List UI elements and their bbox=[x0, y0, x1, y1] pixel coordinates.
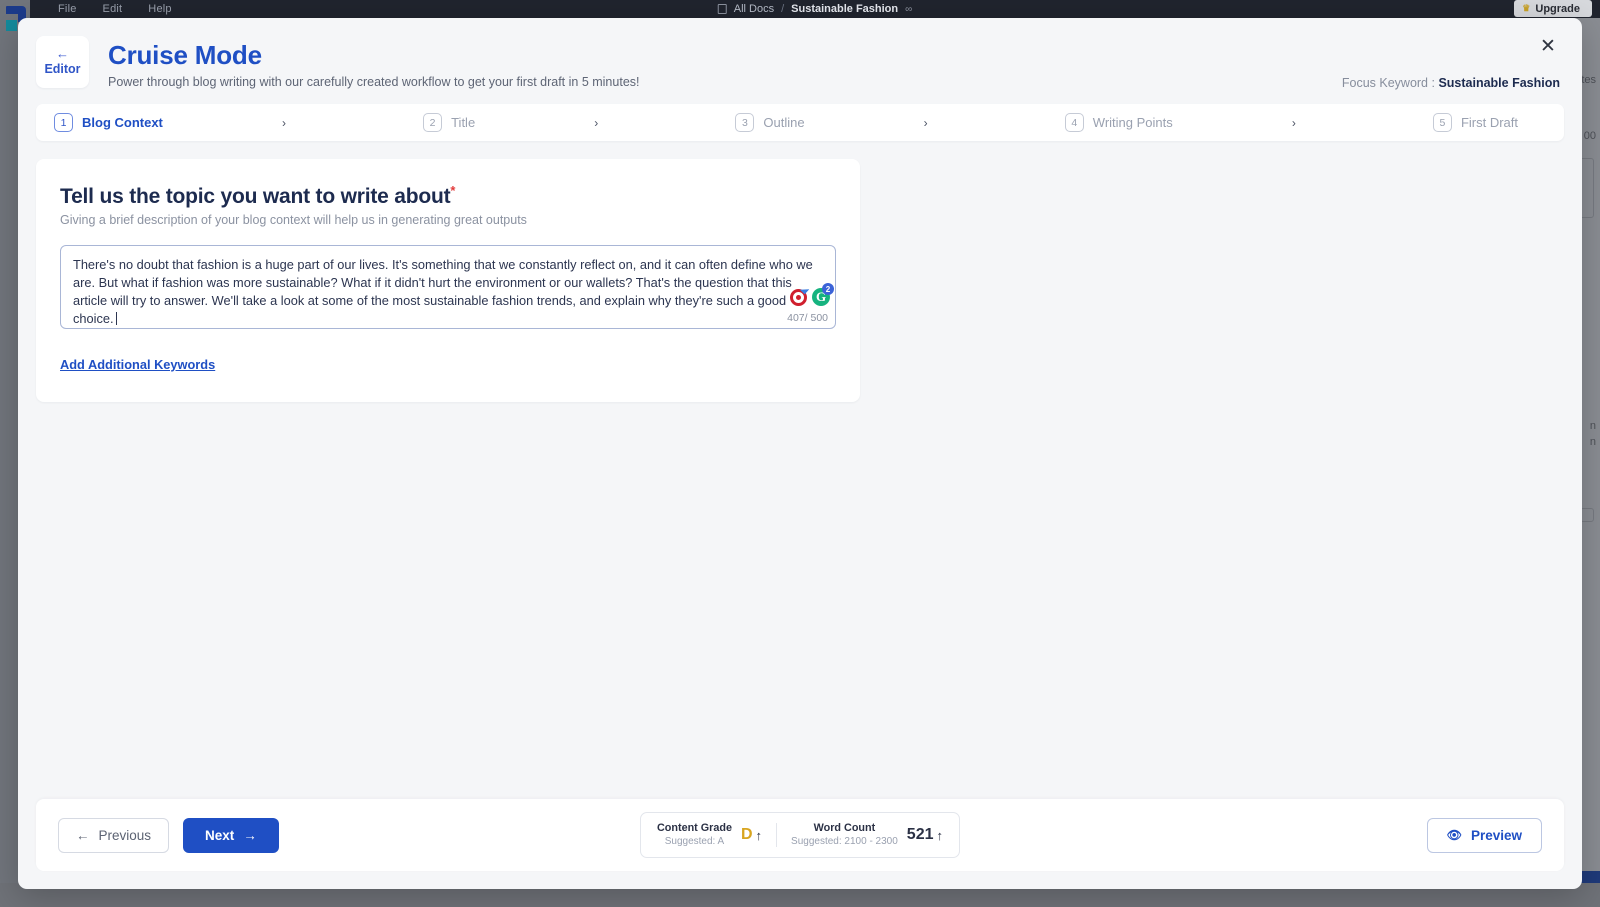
arrow-left-icon: ← bbox=[76, 828, 90, 843]
next-label: Next bbox=[205, 828, 234, 843]
step-number: 5 bbox=[1433, 113, 1452, 132]
stat-suggested: Suggested: A bbox=[657, 835, 732, 848]
copy-icon bbox=[1580, 508, 1594, 522]
chevron-right-icon: › bbox=[475, 116, 717, 130]
question-subtitle: Giving a brief description of your blog … bbox=[60, 213, 836, 227]
app-menu-bar: File Edit Help All Docs / Sustainable Fa… bbox=[30, 0, 1600, 18]
stat-text: Word Count Suggested: 2100 - 2300 bbox=[791, 822, 898, 848]
word-count-value: 521 bbox=[907, 826, 934, 844]
chevron-right-icon: › bbox=[163, 116, 405, 130]
stat-value: D ↑ bbox=[741, 826, 762, 844]
step-number: 2 bbox=[423, 113, 442, 132]
focus-keyword-label: Focus Keyword : bbox=[1342, 76, 1435, 90]
step-number: 3 bbox=[735, 113, 754, 132]
breadcrumb: All Docs / Sustainable Fashion ∞ bbox=[718, 3, 913, 15]
focus-keyword: Focus Keyword : Sustainable Fashion bbox=[1342, 76, 1560, 90]
grammarly-badge-count: 2 bbox=[822, 283, 834, 295]
step-first-draft[interactable]: 5 First Draft bbox=[1415, 113, 1564, 132]
step-writing-points[interactable]: 4 Writing Points bbox=[1047, 113, 1173, 132]
share-icon[interactable]: ∞ bbox=[905, 4, 912, 15]
right-panel-text: n bbox=[1590, 436, 1596, 448]
step-label: Outline bbox=[763, 115, 804, 130]
right-panel-number: 00 bbox=[1584, 130, 1596, 142]
content-grade-value: D bbox=[741, 826, 753, 844]
menu-item-edit[interactable]: Edit bbox=[103, 3, 123, 15]
next-button[interactable]: Next → bbox=[183, 818, 279, 853]
arrow-right-icon: → bbox=[243, 828, 257, 843]
blog-context-textarea[interactable]: There's no doubt that fashion is a huge … bbox=[60, 245, 836, 329]
step-label: First Draft bbox=[1461, 115, 1518, 130]
page-title: Cruise Mode bbox=[108, 40, 1560, 70]
previous-button[interactable]: ← Previous bbox=[58, 818, 169, 853]
stat-content-grade: Content Grade Suggested: A D ↑ bbox=[657, 822, 762, 848]
cruise-mode-modal: ← Editor Cruise Mode Power through blog … bbox=[18, 18, 1582, 889]
preview-button[interactable]: 👁 Preview bbox=[1427, 818, 1542, 853]
menu-item-help[interactable]: Help bbox=[148, 3, 171, 15]
focus-keyword-value: Sustainable Fashion bbox=[1438, 76, 1560, 90]
step-number: 4 bbox=[1065, 113, 1084, 132]
preview-label: Preview bbox=[1471, 828, 1522, 843]
required-marker: * bbox=[450, 183, 455, 198]
textarea-text: There's no doubt that fashion is a huge … bbox=[73, 257, 816, 326]
stat-word-count: Word Count Suggested: 2100 - 2300 521 ↑ bbox=[791, 822, 943, 848]
breadcrumb-document[interactable]: Sustainable Fashion bbox=[791, 3, 898, 15]
doc-icon bbox=[718, 4, 727, 14]
modal-header: ← Editor Cruise Mode Power through blog … bbox=[18, 18, 1582, 104]
stat-name: Word Count bbox=[791, 822, 898, 835]
stat-name: Content Grade bbox=[657, 822, 732, 835]
eye-icon: 👁 bbox=[1447, 828, 1462, 842]
step-label: Blog Context bbox=[82, 115, 163, 130]
text-caret bbox=[116, 312, 117, 325]
chevron-right-icon: › bbox=[805, 116, 1047, 130]
trend-up-icon: ↑ bbox=[937, 828, 944, 843]
back-to-editor-button[interactable]: ← Editor bbox=[36, 36, 89, 88]
step-label: Title bbox=[451, 115, 475, 130]
target-icon[interactable] bbox=[790, 289, 807, 306]
step-blog-context[interactable]: 1 Blog Context bbox=[36, 113, 163, 132]
step-navigation: 1 Blog Context › 2 Title › 3 Outline › 4… bbox=[36, 104, 1564, 141]
stats-divider bbox=[776, 823, 777, 847]
question-title-text: Tell us the topic you want to write abou… bbox=[60, 185, 450, 208]
blog-context-card: Tell us the topic you want to write abou… bbox=[36, 159, 860, 402]
upgrade-label: Upgrade bbox=[1535, 3, 1580, 15]
breadcrumb-all-docs[interactable]: All Docs bbox=[734, 3, 774, 15]
trend-up-icon: ↑ bbox=[756, 828, 763, 843]
modal-footer: ← Previous Next → Content Grade Suggeste… bbox=[36, 799, 1564, 871]
step-number: 1 bbox=[54, 113, 73, 132]
blog-context-value: There's no doubt that fashion is a huge … bbox=[73, 256, 823, 328]
previous-label: Previous bbox=[99, 828, 152, 843]
stats-bar: Content Grade Suggested: A D ↑ Word Coun… bbox=[640, 812, 960, 858]
question-title: Tell us the topic you want to write abou… bbox=[60, 183, 836, 209]
stat-suggested: Suggested: 2100 - 2300 bbox=[791, 835, 898, 848]
stat-text: Content Grade Suggested: A bbox=[657, 822, 732, 848]
crown-icon: ♛ bbox=[1522, 3, 1530, 14]
step-label: Writing Points bbox=[1093, 115, 1173, 130]
back-to-editor-label: Editor bbox=[44, 62, 80, 76]
step-outline[interactable]: 3 Outline bbox=[717, 113, 804, 132]
stat-value: 521 ↑ bbox=[907, 826, 943, 844]
step-title[interactable]: 2 Title bbox=[405, 113, 475, 132]
character-counter: 407/ 500 bbox=[787, 312, 828, 324]
menu-item-file[interactable]: File bbox=[58, 3, 77, 15]
right-panel-text: n bbox=[1590, 420, 1596, 432]
right-panel-text: tes bbox=[1581, 74, 1596, 86]
close-icon[interactable]: ✕ bbox=[1536, 34, 1560, 58]
chevron-right-icon: › bbox=[1173, 116, 1415, 130]
modal-body: Tell us the topic you want to write abou… bbox=[18, 141, 1582, 799]
grammarly-icon[interactable]: G 2 bbox=[812, 288, 830, 306]
textarea-badges: G 2 bbox=[790, 288, 830, 306]
arrow-left-icon: ← bbox=[56, 48, 69, 60]
add-additional-keywords-link[interactable]: Add Additional Keywords bbox=[60, 357, 215, 372]
breadcrumb-separator: / bbox=[781, 3, 784, 15]
upgrade-button[interactable]: ♛ Upgrade bbox=[1514, 0, 1592, 17]
